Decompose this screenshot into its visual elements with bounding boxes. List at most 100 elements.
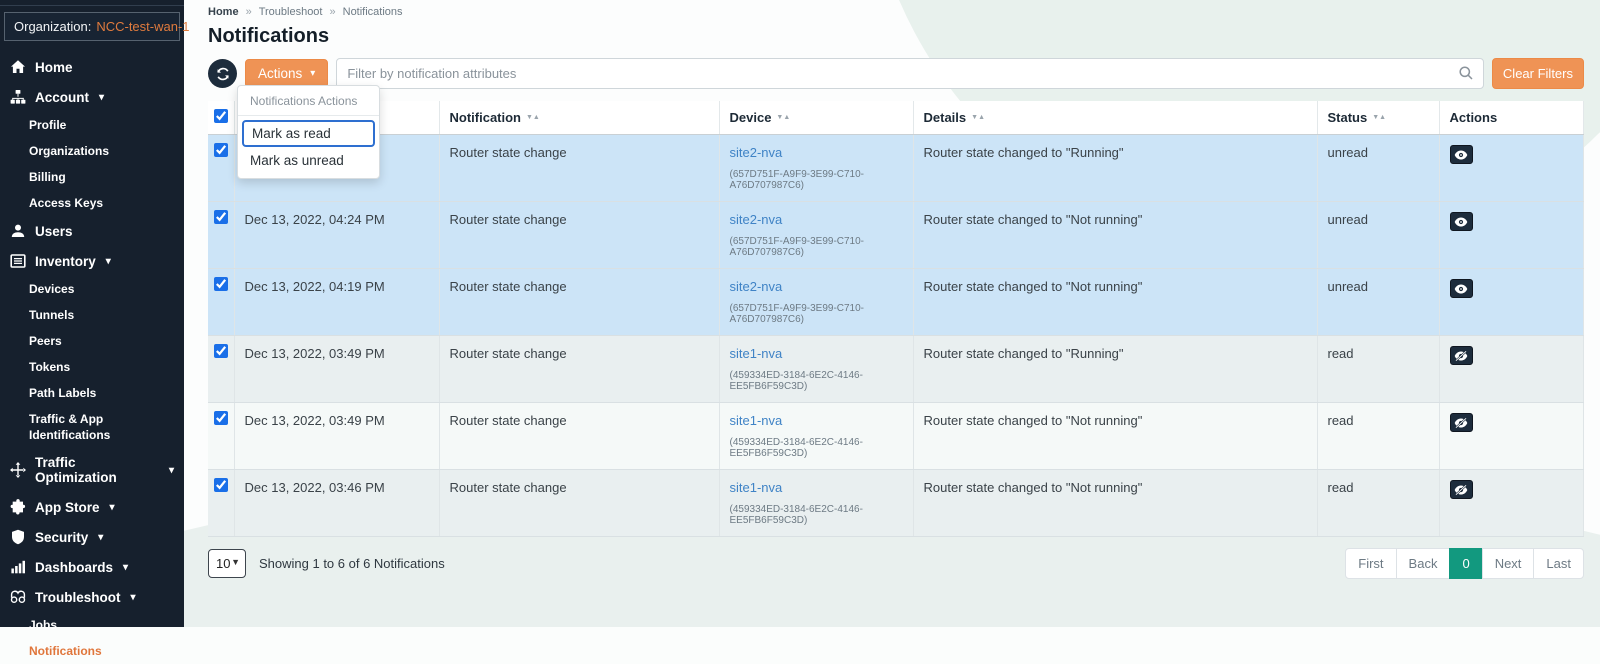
sidebar-item-traffic-app-identifications[interactable]: Traffic & App Identifications [0,406,184,448]
row-checkbox[interactable] [214,210,228,224]
sidebar-item-tokens[interactable]: Tokens [0,354,184,380]
pagination-back[interactable]: Back [1396,548,1451,579]
security-icon [10,529,26,545]
actions-menu-header: Notifications Actions [238,86,379,116]
menu-item-mark-as-read[interactable]: Mark as read [242,120,375,147]
eye-slash-icon [1454,350,1468,362]
row-checkbox[interactable] [214,411,228,425]
sidebar-item-account[interactable]: Account▾ [0,82,184,112]
column-header-label: Status [1328,110,1368,125]
sidebar-item-users[interactable]: Users [0,216,184,246]
filter-field [336,58,1484,89]
cell-actions [1439,470,1584,537]
device-link[interactable]: site2-nva [730,145,783,160]
sort-icon[interactable]: ▼▲ [776,114,790,121]
showing-text: Showing 1 to 6 of 6 Notifications [259,556,445,571]
device-link[interactable]: site2-nva [730,279,783,294]
cell-status: read [1317,403,1439,470]
eye-icon [1454,149,1468,161]
cell-date: Dec 13, 2022, 04:19 PM [234,269,439,336]
device-link[interactable]: site1-nva [730,480,783,495]
device-uuid: (459334ED-3184-6E2C-4146-EE5FB6F59C3D) [730,370,903,392]
sidebar-item-notifications[interactable]: Notifications [0,638,184,664]
app-store-icon [10,499,26,515]
cell-date: Dec 13, 2022, 03:49 PM [234,403,439,470]
pagination-first[interactable]: First [1345,548,1396,579]
select-all-checkbox[interactable] [214,109,228,123]
pagination-0[interactable]: 0 [1449,548,1482,579]
row-checkbox[interactable] [214,478,228,492]
row-checkbox[interactable] [214,277,228,291]
dashboards-icon [10,559,26,575]
sidebar-item-dashboards[interactable]: Dashboards▾ [0,552,184,582]
menu-item-mark-as-unread[interactable]: Mark as unread [238,147,379,174]
mark-unread-button[interactable] [1450,480,1473,499]
sidebar-item-devices[interactable]: Devices [0,276,184,302]
sort-icon[interactable]: ▼▲ [971,114,985,121]
caret-down-icon: ▾ [106,254,111,269]
sidebar-nav: HomeAccount▾ProfileOrganizationsBillingA… [0,52,184,664]
breadcrumb-home[interactable]: Home [208,6,239,18]
organization-name: NCC-test-wan-1 [96,19,189,34]
pagination: FirstBack0NextLast [1345,548,1584,579]
sidebar-item-home[interactable]: Home [0,52,184,82]
sidebar-top-strip [0,0,184,6]
column-header-device[interactable]: Device▼▲ [719,101,913,135]
breadcrumb: Home » Troubleshoot » Notifications [208,6,1584,18]
breadcrumb-troubleshoot[interactable]: Troubleshoot [259,6,323,18]
cell-notification: Router state change [439,403,719,470]
sidebar-item-label: Organizations [29,144,109,158]
sidebar-item-label: Home [35,60,73,75]
sidebar-item-inventory[interactable]: Inventory▾ [0,246,184,276]
sidebar-item-jobs[interactable]: Jobs [0,612,184,638]
column-header-actions: Actions [1439,101,1584,135]
cell-details: Router state changed to "Not running" [913,202,1317,269]
mark-read-button[interactable] [1450,212,1473,231]
sidebar-item-profile[interactable]: Profile [0,112,184,138]
cell-actions [1439,403,1584,470]
pagination-next[interactable]: Next [1482,548,1535,579]
search-icon[interactable] [1458,65,1474,81]
clear-filters-button[interactable]: Clear Filters [1492,58,1584,89]
sidebar-item-security[interactable]: Security▾ [0,522,184,552]
row-checkbox[interactable] [214,344,228,358]
sidebar-item-label: Account [35,90,89,105]
sidebar-item-label: Notifications [29,644,102,658]
sidebar-item-tunnels[interactable]: Tunnels [0,302,184,328]
sidebar-item-billing[interactable]: Billing [0,164,184,190]
sidebar-item-traffic-optimization[interactable]: Traffic Optimization▾ [0,448,184,492]
pagination-last[interactable]: Last [1533,548,1584,579]
row-checkbox[interactable] [214,143,228,157]
device-link[interactable]: site2-nva [730,212,783,227]
actions-button[interactable]: Actions ▾ [245,59,328,88]
users-icon [10,223,26,239]
sort-icon[interactable]: ▼▲ [526,114,540,121]
device-link[interactable]: site1-nva [730,346,783,361]
mark-unread-button[interactable] [1450,413,1473,432]
sidebar-item-troubleshoot[interactable]: Troubleshoot▾ [0,582,184,612]
mark-unread-button[interactable] [1450,346,1473,365]
sidebar-item-app-store[interactable]: App Store▾ [0,492,184,522]
mark-read-button[interactable] [1450,145,1473,164]
sidebar-item-path-labels[interactable]: Path Labels [0,380,184,406]
column-header-details[interactable]: Details▼▲ [913,101,1317,135]
refresh-icon [215,66,231,82]
table-row: Dec 13, 2022, 03:49 PMRouter state chang… [208,403,1584,470]
actions-menu: Notifications Actions Mark as read Mark … [237,85,380,179]
device-link[interactable]: site1-nva [730,413,783,428]
table-header-row: Notification▼▲Device▼▲Details▼▲ Status ▼▲ A… [208,101,1584,135]
sidebar-item-organizations[interactable]: Organizations [0,138,184,164]
column-header-notification[interactable]: Notification▼▲ [439,101,719,135]
sidebar-item-access-keys[interactable]: Access Keys [0,190,184,216]
mark-read-button[interactable] [1450,279,1473,298]
eye-icon [1454,283,1468,295]
sort-icon[interactable]: ▼▲ [1372,114,1386,121]
caret-down-icon: ▾ [169,463,174,478]
page-size-select[interactable]: 10 [209,556,245,571]
cell-date: Dec 13, 2022, 04:24 PM [234,202,439,269]
refresh-button[interactable] [208,59,237,88]
filter-input[interactable] [336,58,1484,89]
column-header-status[interactable]: Status ▼▲ [1317,101,1439,135]
sidebar-item-peers[interactable]: Peers [0,328,184,354]
organization-box[interactable]: Organization: NCC-test-wan-1 [4,12,180,41]
